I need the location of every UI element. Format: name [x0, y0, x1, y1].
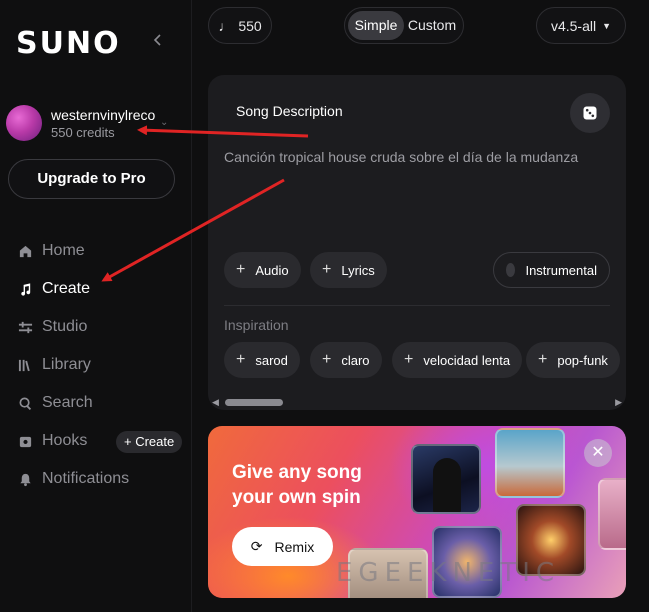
tag-label: sarod [255, 352, 288, 368]
sidebar-item-label: Search [42, 394, 93, 411]
chevron-left-icon[interactable] [150, 32, 166, 48]
credits-value: 550 [238, 17, 262, 34]
add-lyrics-button[interactable]: + Lyrics [310, 252, 387, 288]
cover-art-image [598, 478, 626, 550]
create-panel: Song Description Canción tropical house … [208, 75, 626, 410]
horizontal-scrollbar[interactable]: ◀ ▶ [208, 395, 626, 410]
banner-title: Give any song your own spin [232, 462, 362, 508]
credits-count: 550 credits [51, 125, 115, 140]
dice-icon[interactable] [570, 93, 610, 133]
home-icon [16, 242, 34, 260]
credits-pill[interactable]: ♩ 550 [208, 7, 272, 44]
sidebar-item-studio[interactable]: Studio [16, 308, 186, 346]
toggle-indicator-icon [506, 263, 516, 277]
watermark: EGEEKNETIC [336, 558, 561, 588]
cover-art-image [411, 444, 481, 514]
sidebar-item-library[interactable]: Library [16, 346, 186, 384]
username: westernvinylreco [51, 107, 156, 123]
remix-label: Remix [274, 538, 315, 555]
plus-icon: + [236, 351, 246, 368]
instrumental-toggle[interactable]: Instrumental [493, 252, 610, 288]
remix-icon: ⟳ [250, 538, 263, 554]
close-icon[interactable]: ✕ [584, 439, 612, 467]
plus-icon: + [404, 351, 414, 368]
mode-simple-tab[interactable]: Simple [348, 11, 404, 40]
plus-icon: + [236, 261, 246, 278]
sidebar-item-label: Library [42, 356, 91, 373]
remix-button[interactable]: ⟳ Remix [232, 527, 333, 566]
suno-logo[interactable]: SUNO [16, 26, 121, 61]
sidebar-item-home[interactable]: Home [16, 232, 186, 270]
sidebar: SUNO westernvinylreco 550 credits ⌄ Upgr… [0, 0, 192, 612]
sidebar-item-create[interactable]: Create [16, 270, 186, 308]
mode-custom-tab[interactable]: Custom [404, 11, 460, 40]
tag-label: pop-funk [557, 352, 608, 368]
sidebar-item-label: Create [42, 280, 91, 297]
bell-icon [16, 470, 34, 488]
library-icon [16, 356, 34, 374]
instrumental-label: Instrumental [525, 262, 597, 278]
search-icon [16, 394, 34, 412]
sidebar-item-notifications[interactable]: Notifications [16, 460, 186, 498]
plus-icon: + [322, 351, 332, 368]
chevron-down-icon: ⌄ [160, 117, 169, 128]
sidebar-item-hooks[interactable]: Hooks + Create [16, 422, 186, 460]
sidebar-item-search[interactable]: Search [16, 384, 186, 422]
plus-icon: + [538, 351, 548, 368]
plus-icon: + [322, 261, 332, 278]
hooks-icon [16, 432, 34, 450]
profile-menu[interactable]: westernvinylreco 550 credits ⌄ [6, 104, 184, 146]
inspiration-label: Inspiration [224, 317, 289, 333]
divider [224, 305, 610, 306]
sidebar-item-label: Notifications [42, 470, 130, 487]
version-select[interactable]: v4.5-all ▼ [536, 7, 626, 44]
sidebar-item-label: Hooks [42, 432, 88, 449]
sliders-icon [16, 318, 34, 336]
music-note-icon [16, 280, 34, 298]
scrollbar-thumb[interactable] [225, 399, 283, 406]
sidebar-nav: Home Create Studio Library Search Hooks … [16, 232, 186, 498]
scroll-left-icon[interactable]: ◀ [212, 397, 219, 408]
song-description-input[interactable]: Canción tropical house cruda sobre el dí… [224, 149, 578, 165]
scroll-right-icon[interactable]: ▶ [615, 397, 622, 408]
hooks-create-button[interactable]: + Create [116, 431, 183, 453]
sidebar-item-label: Studio [42, 318, 88, 335]
lyrics-label: Lyrics [341, 262, 375, 278]
cover-art-image [495, 428, 565, 498]
remix-promo-banner: Give any song your own spin ⟳ Remix EGEE… [208, 426, 626, 598]
inspiration-tag[interactable]: + pop-funk [526, 342, 620, 378]
version-value: v4.5-all [550, 17, 597, 34]
upgrade-button[interactable]: Upgrade to Pro [8, 159, 175, 199]
song-description-label: Song Description [236, 103, 343, 119]
add-audio-button[interactable]: + Audio [224, 252, 301, 288]
top-bar: ♩ 550 Simple Custom v4.5-all ▼ [192, 0, 649, 52]
sidebar-item-label: Home [42, 242, 85, 259]
inspiration-tag[interactable]: + claro [310, 342, 382, 378]
audio-label: Audio [255, 262, 289, 278]
inspiration-tag[interactable]: + velocidad lenta [392, 342, 523, 378]
mode-toggle: Simple Custom [344, 7, 464, 44]
inspiration-tag[interactable]: + sarod [224, 342, 300, 378]
music-note-icon: ♩ [218, 17, 233, 34]
tag-label: velocidad lenta [423, 352, 511, 368]
tag-label: claro [341, 352, 370, 368]
caret-down-icon: ▼ [602, 20, 612, 31]
avatar [6, 105, 42, 141]
